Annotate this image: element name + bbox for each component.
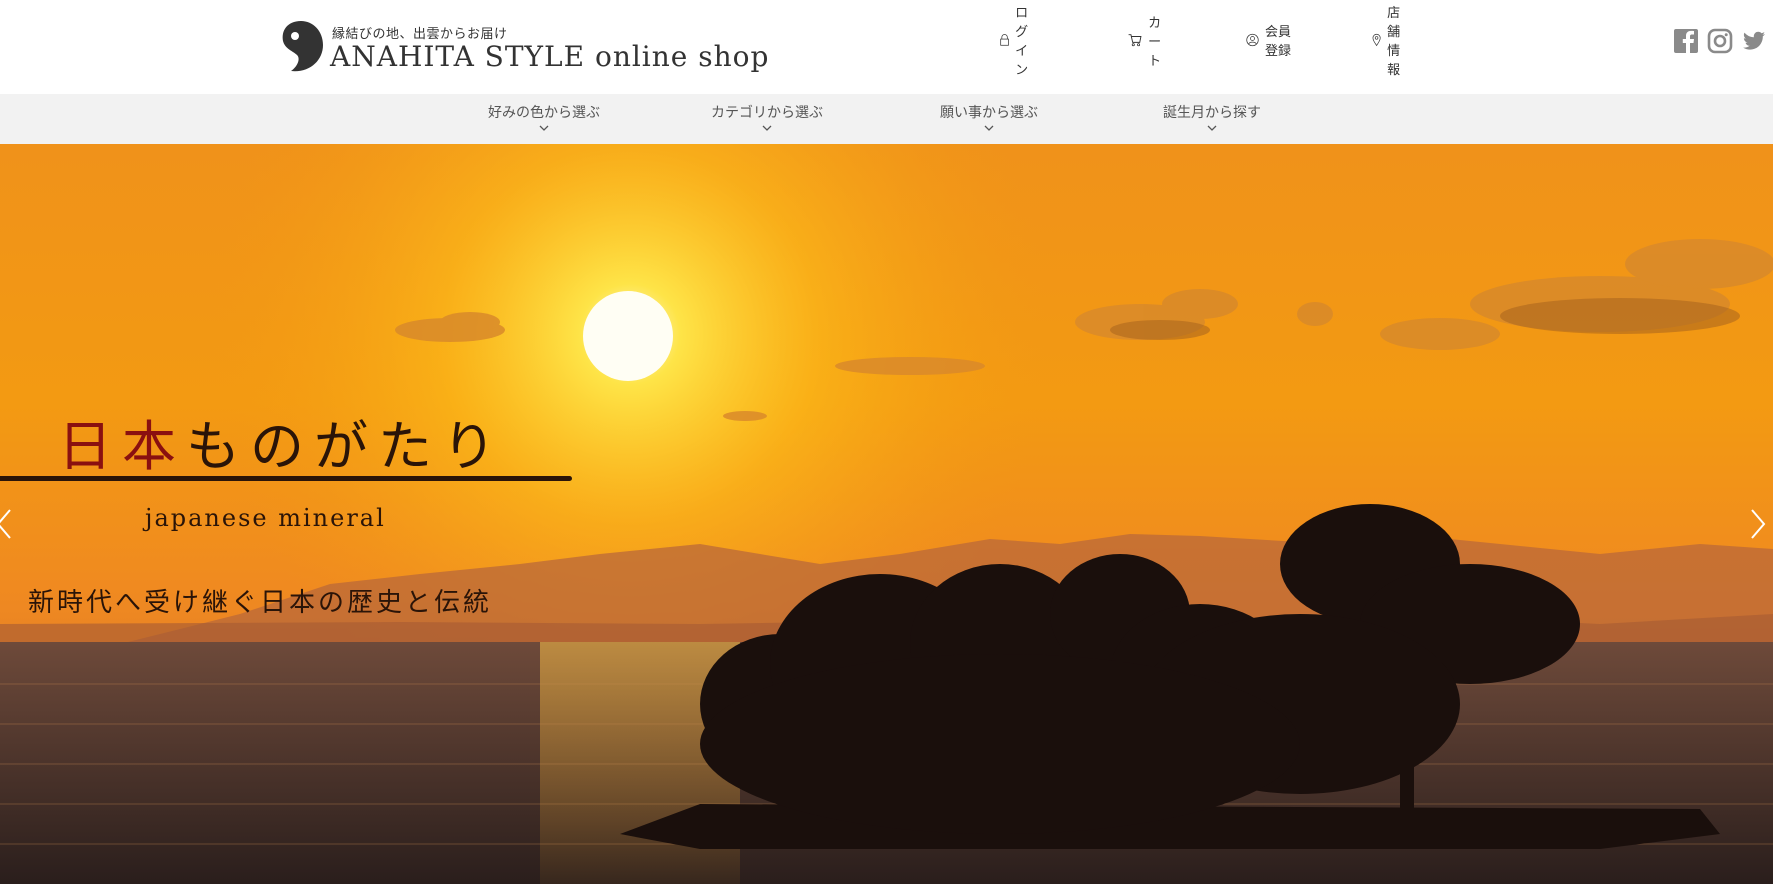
nav-item-birth-month[interactable]: 誕生月から探す	[1122, 94, 1302, 144]
chevron-down-icon	[984, 125, 994, 131]
brand-name[interactable]: ANAHITA STYLE online shop	[330, 40, 769, 73]
chevron-down-icon	[762, 125, 772, 131]
hero-divider	[0, 476, 572, 481]
slider-prev-button[interactable]	[0, 504, 16, 544]
social-links	[1673, 28, 1767, 56]
slider-next-button[interactable]	[1746, 504, 1770, 544]
login-link[interactable]: ログイン	[1000, 6, 1039, 78]
nav-label: 願い事から選ぶ	[940, 105, 1038, 121]
register-link[interactable]: 会員登録	[1246, 22, 1292, 59]
cart-link[interactable]: カート	[1128, 16, 1171, 69]
logo-icon[interactable]	[279, 19, 325, 75]
register-label: 会員登録	[1265, 25, 1292, 59]
hero-title: 日本ものがたり	[58, 402, 506, 481]
chevron-right-icon	[1751, 509, 1766, 539]
user-icon	[1246, 33, 1259, 47]
chevron-left-icon	[0, 509, 11, 539]
store-info-link[interactable]: 店舗情報	[1372, 6, 1411, 78]
lock-icon	[1000, 34, 1009, 46]
hero-title-rest: ものがたり	[186, 415, 506, 478]
chevron-down-icon	[539, 125, 549, 131]
cart-label: カート	[1148, 15, 1162, 69]
cart-icon	[1128, 34, 1142, 47]
chevron-down-icon	[1207, 125, 1217, 131]
main-nav: 好みの色から選ぶ カテゴリから選ぶ 願い事から選ぶ 誕生月から探す	[0, 94, 1773, 144]
nav-item-color[interactable]: 好みの色から選ぶ	[454, 94, 634, 144]
nav-item-wish[interactable]: 願い事から選ぶ	[899, 94, 1079, 144]
login-label: ログイン	[1015, 6, 1029, 78]
nav-item-category[interactable]: カテゴリから選ぶ	[677, 94, 857, 144]
hero-caption: 新時代へ受け継ぐ日本の歴史と伝統	[28, 588, 493, 618]
site-header: 縁結びの地、出雲からお届け ANAHITA STYLE online shop …	[0, 0, 1773, 94]
hero-subtitle: japanese mineral	[145, 504, 386, 532]
twitter-icon[interactable]	[1741, 28, 1767, 54]
map-pin-icon	[1372, 33, 1381, 47]
nav-label: 好みの色から選ぶ	[488, 105, 600, 121]
instagram-icon[interactable]	[1707, 28, 1733, 54]
hero-slider: 日本ものがたり japanese mineral 新時代へ受け継ぐ日本の歴史と伝…	[0, 144, 1773, 884]
hero-title-accent: 日本	[58, 415, 186, 478]
nav-label: カテゴリから選ぶ	[711, 105, 823, 121]
nav-label: 誕生月から探す	[1163, 105, 1261, 121]
facebook-icon[interactable]	[1673, 28, 1699, 54]
store-label: 店舗情報	[1387, 6, 1401, 78]
